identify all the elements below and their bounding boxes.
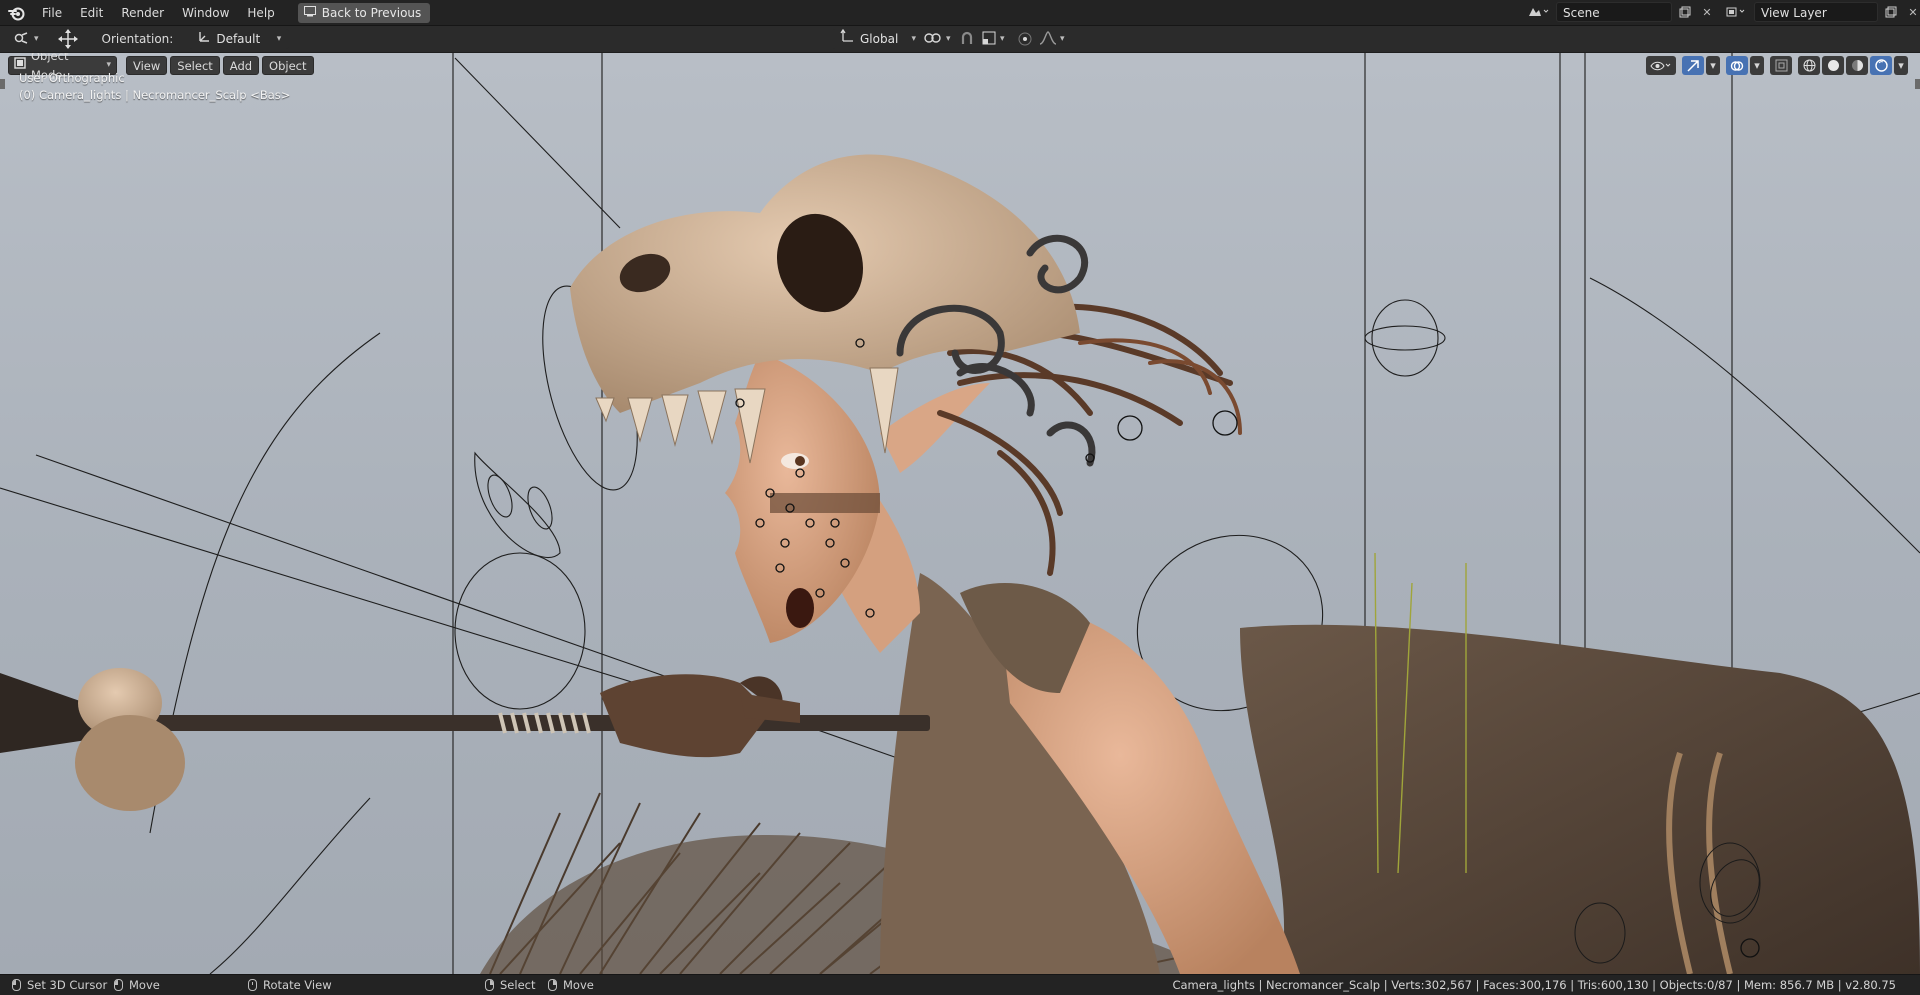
blender-logo-icon[interactable]	[7, 3, 27, 23]
scene-browse-icon[interactable]	[1524, 3, 1552, 21]
scene-statistics-text: Camera_lights | Necromancer_Scalp | Vert…	[1172, 978, 1896, 992]
chevron-down-icon: ▾	[911, 34, 916, 44]
gloved-hand-shape	[600, 674, 770, 758]
transform-orientation-value: Global	[860, 32, 899, 46]
solid-shading-icon[interactable]	[1822, 56, 1844, 75]
chevron-down-icon[interactable]: ▾	[1750, 56, 1764, 75]
right-mouse-icon	[485, 979, 494, 991]
proportional-falloff-button[interactable]: ▾	[1034, 29, 1070, 49]
status-hint-label: Select	[500, 978, 536, 992]
global-axes-icon	[840, 28, 854, 49]
pivot-link-icon	[923, 31, 943, 48]
chevron-down-icon: ▾	[1060, 34, 1065, 44]
orientation-label: Orientation:	[101, 32, 174, 46]
view-layer-selector: View Layer ✕	[1722, 2, 1920, 22]
snap-increment-icon	[981, 30, 997, 49]
falloff-curve-icon	[1039, 30, 1057, 48]
status-hint-label: Move	[129, 978, 160, 992]
chevron-down-icon: ▾	[1000, 34, 1005, 44]
scene-name-field[interactable]: Scene	[1556, 2, 1672, 22]
menu-edit[interactable]: Edit	[71, 2, 112, 24]
orientation-value: Default	[216, 32, 261, 46]
viewport-menu-object[interactable]: Object	[262, 56, 314, 75]
viewport-menu-view[interactable]: View	[126, 56, 168, 75]
viewport-menu-select[interactable]: Select	[170, 56, 220, 75]
overlays-toggle-icon[interactable]	[1726, 56, 1748, 75]
transform-orientation-dropdown[interactable]: Global ▾	[832, 28, 924, 49]
left-mouse-icon	[12, 979, 21, 991]
menu-render[interactable]: Render	[112, 2, 173, 24]
back-to-previous-label: Back to Previous	[321, 5, 422, 20]
toolbar-toggle-tab[interactable]	[0, 79, 5, 89]
chevron-down-icon: ▾	[34, 34, 39, 44]
delete-scene-icon[interactable]: ✕	[1698, 3, 1716, 21]
orientation-dropdown[interactable]: Default ▾	[189, 29, 290, 49]
editor-type-icon	[13, 31, 31, 48]
status-hint-rotate-view: Rotate View	[248, 978, 332, 992]
status-hint-move-right: Move	[548, 978, 594, 992]
status-hint-label: Set 3D Cursor	[27, 978, 108, 992]
rendered-shading-icon[interactable]	[1870, 56, 1892, 75]
xray-toggle-icon[interactable]	[1770, 56, 1792, 75]
pivot-point-button[interactable]: ▾	[918, 29, 956, 49]
menu-file[interactable]: File	[33, 2, 71, 24]
material-preview-shading-icon[interactable]	[1846, 56, 1868, 75]
move-tool-icon[interactable]	[52, 29, 84, 49]
back-to-previous-button[interactable]: Back to Previous	[297, 2, 431, 23]
status-hint-move-left: Move	[114, 978, 160, 992]
status-hint-label: Move	[563, 978, 594, 992]
chevron-down-icon[interactable]: ▾	[1894, 56, 1908, 75]
status-bar: Set 3D Cursor Move Rotate View Select Mo…	[0, 974, 1920, 995]
right-mouse-drag-icon	[548, 979, 557, 991]
status-hint-label: Rotate View	[263, 978, 332, 992]
wireframe-shading-icon[interactable]	[1798, 56, 1820, 75]
active-object-info-text: (0) Camera_lights | Necromancer_Scalp <B…	[19, 88, 291, 102]
chevron-down-icon: ▾	[276, 34, 282, 44]
viewport-scene-render	[0, 53, 1920, 974]
sack-shape	[1240, 624, 1920, 974]
left-mouse-drag-icon	[114, 979, 123, 991]
menu-help[interactable]: Help	[238, 2, 283, 24]
snap-element-button[interactable]: ▾	[976, 29, 1010, 49]
middle-mouse-icon	[248, 979, 257, 991]
gizmo-toggle-icon[interactable]	[1682, 56, 1704, 75]
status-hint-select: Select	[485, 978, 535, 992]
menu-window[interactable]: Window	[173, 2, 238, 24]
sidebar-toggle-tab[interactable]	[1915, 79, 1920, 89]
top-menu-bar: File Edit Render Window Help Back to Pre…	[0, 0, 1920, 26]
delete-view-layer-icon[interactable]: ✕	[1904, 3, 1920, 21]
chevron-down-icon[interactable]: ▾	[1706, 56, 1720, 75]
object-visibility-eye-icon[interactable]	[1646, 56, 1676, 75]
viewport-menu-add[interactable]: Add	[222, 56, 260, 75]
new-view-layer-icon[interactable]	[1882, 3, 1900, 21]
3d-viewport[interactable]: Object Mode ▾ View Select Add Object Use…	[0, 53, 1920, 974]
editor-type-button[interactable]: ▾	[8, 29, 44, 49]
viewport-display-controls: ▾ ▾ ▾	[1646, 56, 1908, 75]
view-layer-name-field[interactable]: View Layer	[1754, 2, 1878, 22]
new-scene-icon[interactable]	[1676, 3, 1694, 21]
orientation-axes-icon	[197, 29, 210, 49]
chevron-down-icon: ▾	[946, 34, 951, 44]
scene-selector: Scene ✕	[1524, 2, 1716, 22]
status-hint-set-cursor: Set 3D Cursor	[12, 978, 107, 992]
view-name-text: User Orthographic	[19, 71, 125, 85]
view-layer-browse-icon[interactable]	[1722, 3, 1750, 21]
tool-settings-header: ▾ Orientation: Default ▾ Global ▾ ▾ ▾ ▾	[0, 26, 1920, 53]
screen-icon	[303, 3, 316, 23]
